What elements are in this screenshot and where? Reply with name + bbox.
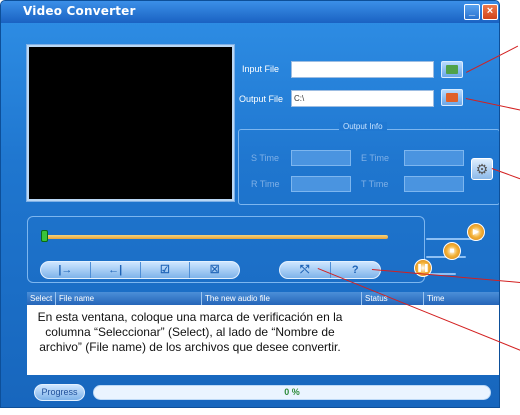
play-icon: ▶: [472, 227, 480, 236]
t-time-field[interactable]: [404, 176, 464, 192]
e-time-field[interactable]: [404, 150, 464, 166]
seek-handle[interactable]: [41, 230, 48, 242]
file-list-header: Select File name The new audio file Stat…: [27, 292, 499, 305]
gear-icon: ⚙: [475, 161, 489, 177]
progress-bar: 0 %: [93, 385, 491, 400]
seek-track[interactable]: [45, 235, 388, 239]
e-time-label: E Time: [361, 153, 390, 163]
output-info-title: Output Info: [339, 122, 387, 131]
tool-controls: ⤲ ?: [279, 261, 381, 279]
output-file-label: Output File: [239, 94, 284, 104]
pause-icon: ❚❚: [416, 263, 430, 272]
input-file-label: Input File: [242, 64, 280, 74]
s-time-label: S Time: [251, 153, 280, 163]
input-file-field[interactable]: [291, 61, 434, 78]
close-button[interactable]: ×: [482, 4, 498, 20]
unselect-all-button[interactable]: ☒: [190, 262, 239, 278]
instruction-caption: En esta ventana, coloque una marca de ve…: [37, 310, 343, 354]
play-button[interactable]: ▶: [467, 223, 485, 241]
folder-icon: [446, 65, 458, 74]
column-new-audio-file[interactable]: The new audio file: [202, 292, 362, 305]
t-time-label: T Time: [361, 179, 389, 189]
window-title: Video Converter: [23, 4, 136, 18]
minimize-button[interactable]: _: [464, 4, 480, 20]
video-preview: [27, 45, 234, 201]
title-bar[interactable]: Video Converter _ ×: [1, 1, 499, 23]
stop-icon: ■: [449, 246, 455, 255]
settings-button[interactable]: ⚙: [471, 158, 493, 180]
progress-button[interactable]: Progress: [34, 384, 85, 401]
r-time-label: R Time: [251, 179, 280, 189]
s-time-field[interactable]: [291, 150, 351, 166]
input-browse-button[interactable]: [441, 61, 463, 78]
mark-out-button[interactable]: ←|: [91, 262, 141, 278]
column-time[interactable]: Time: [424, 292, 499, 305]
mark-in-button[interactable]: |→: [41, 262, 91, 278]
r-time-field[interactable]: [291, 176, 351, 192]
output-browse-button[interactable]: [441, 89, 463, 106]
progress-percent: 0 %: [284, 387, 300, 397]
output-file-field[interactable]: C:\: [291, 90, 434, 107]
column-file-name[interactable]: File name: [56, 292, 202, 305]
folder-icon: [446, 93, 458, 102]
select-all-button[interactable]: ☑: [141, 262, 191, 278]
column-select[interactable]: Select: [27, 292, 56, 305]
clip-controls: |→ ←| ☑ ☒: [40, 261, 240, 279]
stop-button[interactable]: ■: [443, 242, 461, 260]
output-info-panel: Output Info: [238, 122, 499, 205]
